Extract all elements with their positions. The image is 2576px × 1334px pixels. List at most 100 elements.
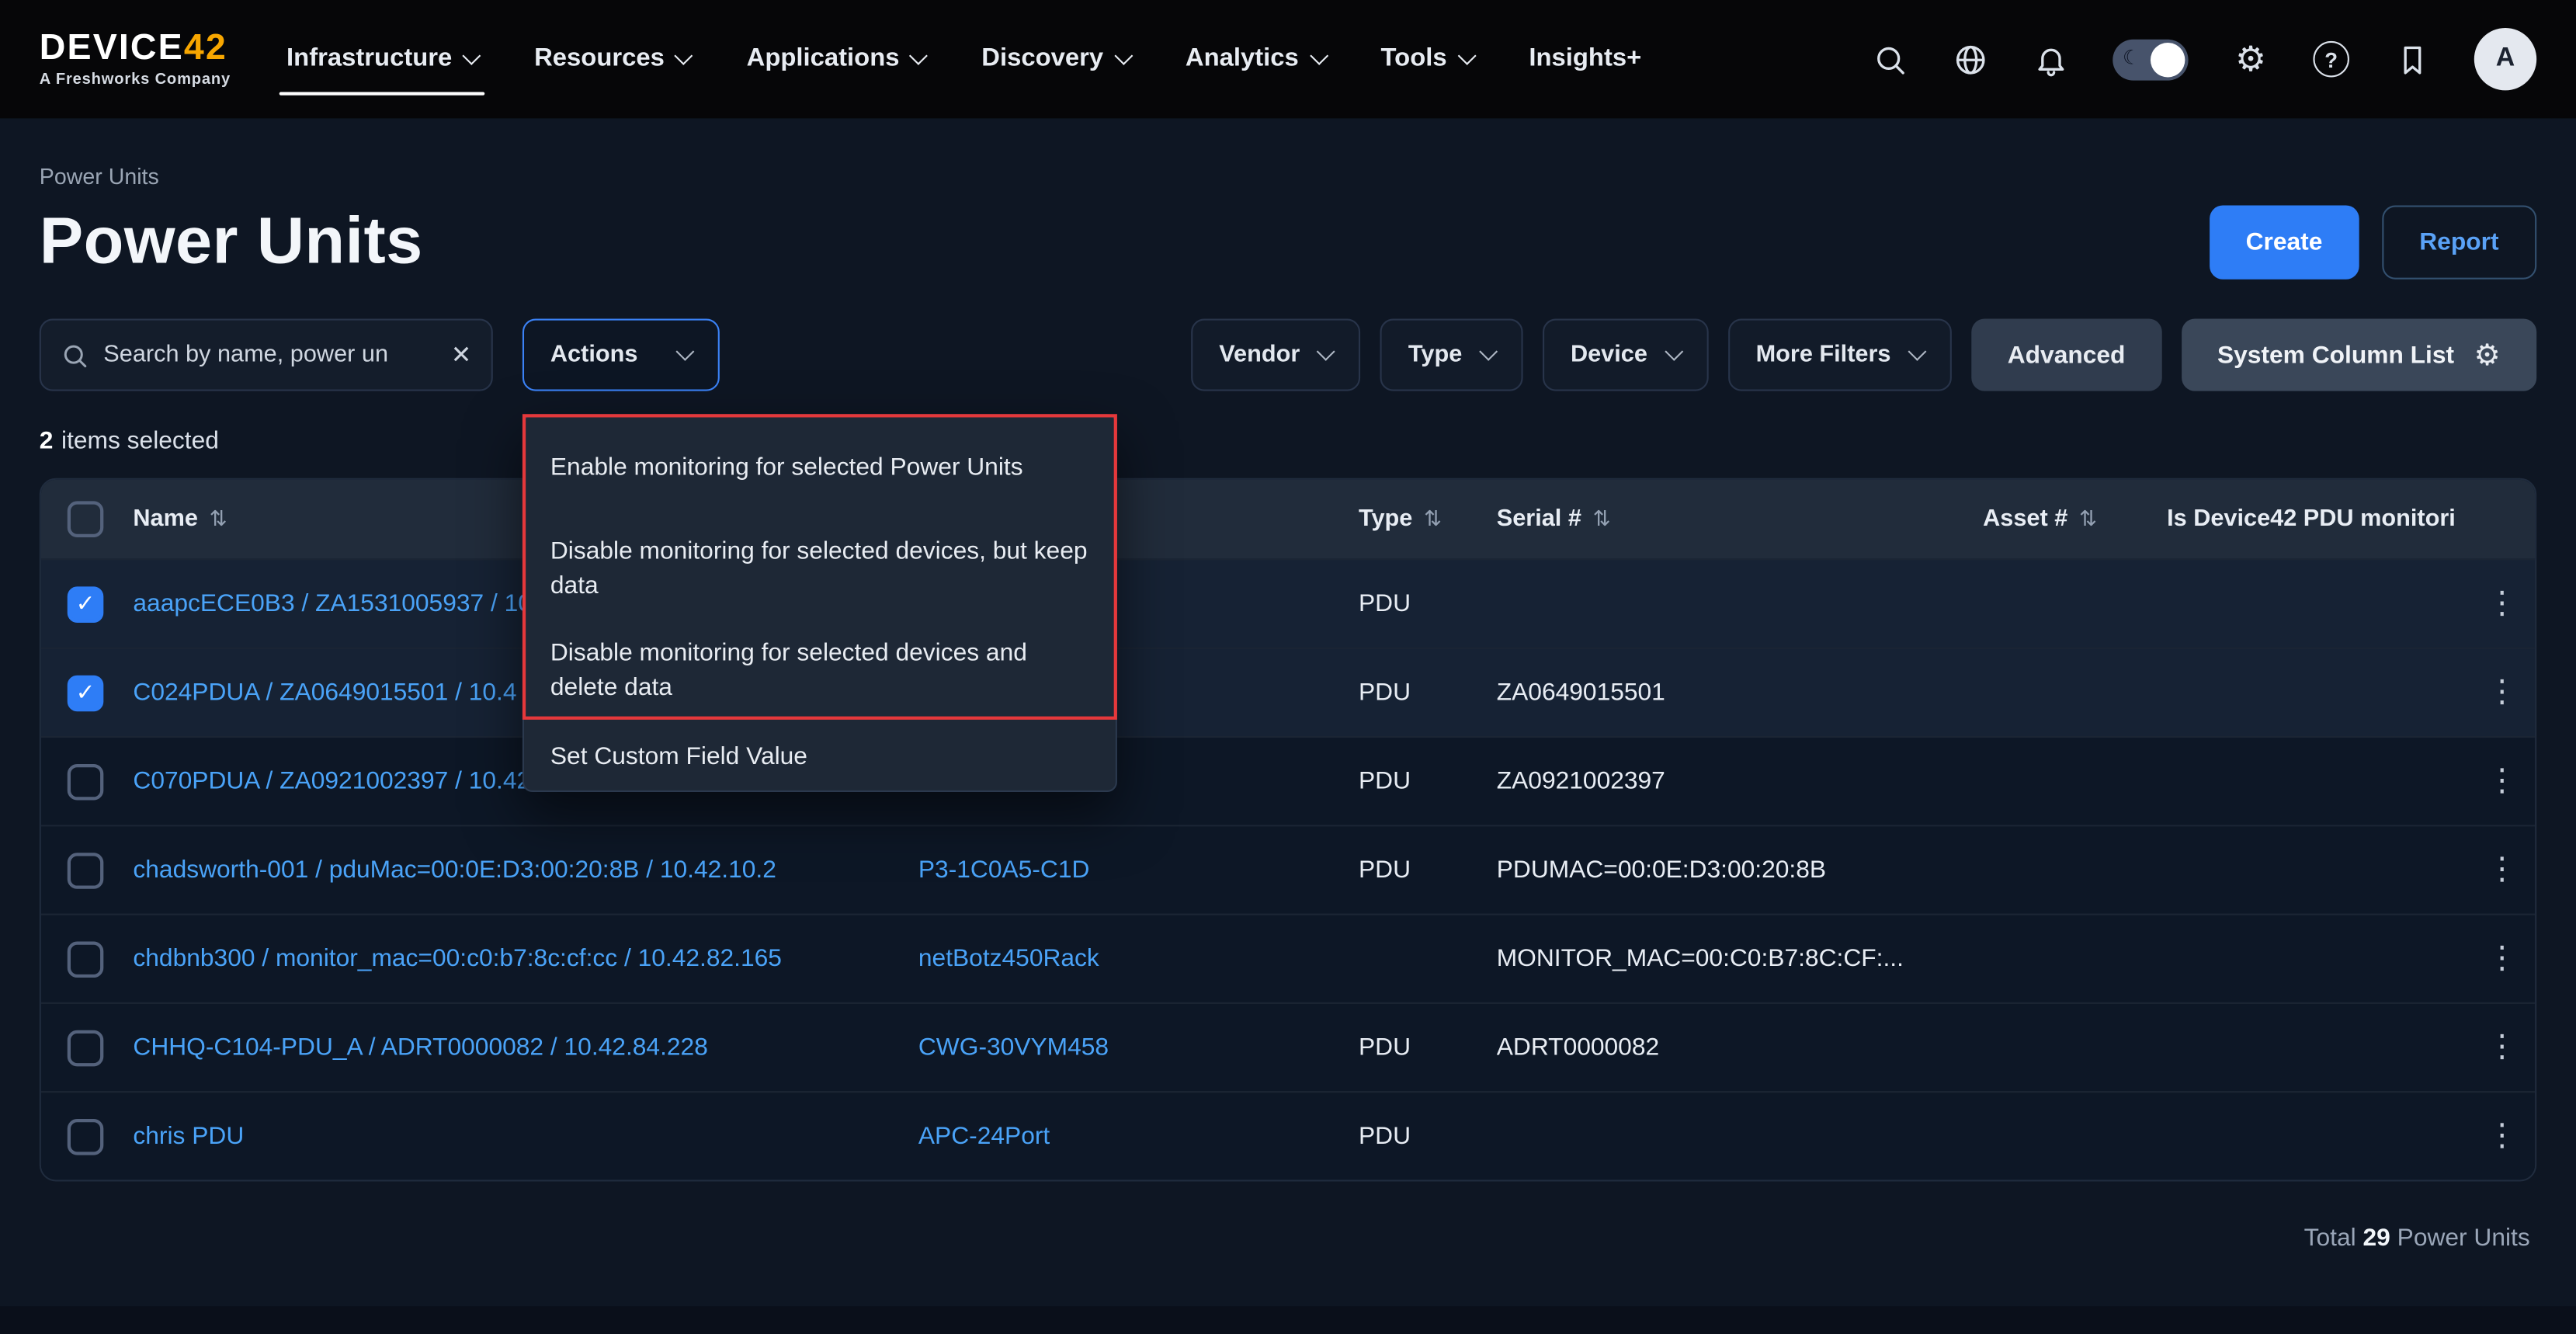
chevron-down-icon: [1114, 47, 1133, 65]
menu-item-disable-monitoring-for-selected-devices-[interactable]: Disable monitoring for selected devices,…: [524, 518, 1116, 620]
system-column-list-button[interactable]: System Column List ⚙: [2181, 319, 2536, 391]
model-link[interactable]: APC-24Port: [918, 1122, 1050, 1150]
name-link[interactable]: aaapcECE0B3 / ZA1531005937 / 10: [133, 590, 532, 618]
type-cell: PDU: [1359, 590, 1497, 618]
name-link[interactable]: chadsworth-001 / pduMac=00:0E:D3:00:20:8…: [133, 856, 776, 884]
chevron-down-icon: [1457, 47, 1476, 65]
column-header-type[interactable]: Type⇅: [1359, 506, 1497, 533]
gear-icon[interactable]: ⚙: [2233, 41, 2269, 78]
app-root: DEVICE42 A Freshworks Company Infrastruc…: [0, 0, 2576, 1334]
serial-cell: ADRT0000082: [1497, 1034, 1983, 1061]
row-checkbox[interactable]: [68, 940, 104, 977]
moon-icon: ☾: [2123, 45, 2140, 68]
actions-dropdown-menu: Enable monitoring for selected Power Uni…: [522, 414, 1117, 792]
row-actions-menu-button[interactable]: ⋮: [2469, 766, 2535, 797]
nav-item-insights[interactable]: Insights+: [1529, 0, 1641, 118]
row-checkbox[interactable]: ✓: [68, 585, 104, 622]
row-actions-menu-button[interactable]: ⋮: [2469, 1032, 2535, 1063]
filter-type[interactable]: Type: [1380, 319, 1523, 391]
globe-icon[interactable]: [1952, 41, 1988, 78]
page-title: Power Units: [40, 206, 423, 280]
table-row: C070PDUA / ZA0921002397 / 10.42.86.75AP7…: [41, 736, 2535, 825]
row-actions-menu-button[interactable]: ⋮: [2469, 589, 2535, 620]
advanced-button[interactable]: Advanced: [1971, 319, 2161, 391]
top-navbar: DEVICE42 A Freshworks Company Infrastruc…: [0, 0, 2576, 118]
row-checkbox[interactable]: ✓: [68, 675, 104, 711]
actions-dropdown-button[interactable]: Actions: [522, 319, 720, 391]
user-avatar[interactable]: A: [2474, 28, 2536, 90]
name-link[interactable]: chdbnb300 / monitor_mac=00:c0:b7:8c:cf:c…: [133, 945, 782, 973]
type-cell: PDU: [1359, 767, 1497, 795]
chevron-down-icon: [1479, 342, 1498, 361]
bell-icon[interactable]: [2033, 41, 2069, 78]
sort-icon: ⇅: [2079, 506, 2097, 533]
row-checkbox[interactable]: [68, 1030, 104, 1066]
search-value: Search by name, power un: [103, 342, 436, 368]
select-all-checkbox[interactable]: [68, 501, 104, 537]
gear-icon: ⚙: [2474, 340, 2501, 370]
filter-vendor[interactable]: Vendor: [1191, 319, 1360, 391]
sort-icon: ⇅: [1424, 506, 1442, 533]
name-link[interactable]: chris PDU: [133, 1122, 244, 1150]
sort-icon: ⇅: [210, 506, 227, 533]
row-actions-menu-button[interactable]: ⋮: [2469, 1120, 2535, 1152]
bookmark-icon[interactable]: [2394, 41, 2430, 78]
name-link[interactable]: CHHQ-C104-PDU_A / ADRT0000082 / 10.42.84…: [133, 1034, 707, 1061]
table-header-row: Name⇅Model⇅Type⇅Serial #⇅Asset #⇅Is Devi…: [41, 480, 2535, 559]
nav-item-discovery[interactable]: Discovery: [981, 0, 1130, 118]
model-link[interactable]: P3-1C0A5-C1D: [918, 856, 1090, 884]
column-header-asset[interactable]: Asset #⇅: [1983, 506, 2167, 533]
create-button[interactable]: Create: [2210, 206, 2359, 280]
search-icon[interactable]: [1871, 41, 1908, 78]
device42-logo[interactable]: DEVICE42 A Freshworks Company: [40, 30, 231, 89]
nav-item-analytics[interactable]: Analytics: [1186, 0, 1325, 118]
model-link[interactable]: CWG-30VYM458: [918, 1034, 1109, 1061]
nav-item-resources[interactable]: Resources: [534, 0, 691, 118]
chevron-down-icon: [1665, 342, 1683, 361]
row-actions-menu-button[interactable]: ⋮: [2469, 854, 2535, 885]
breadcrumb[interactable]: Power Units: [40, 165, 2536, 189]
type-cell: PDU: [1359, 1122, 1497, 1150]
logo-text: DEVICE: [40, 26, 184, 68]
chevron-down-icon: [1317, 342, 1335, 361]
menu-item-disable-monitoring-for-selected-devices-[interactable]: Disable monitoring for selected devices …: [524, 620, 1116, 721]
table-row: CHHQ-C104-PDU_A / ADRT0000082 / 10.42.84…: [41, 1002, 2535, 1091]
clear-search-icon[interactable]: ✕: [451, 340, 472, 370]
filter-more-filters[interactable]: More Filters: [1728, 319, 1952, 391]
serial-cell: ZA0649015501: [1497, 679, 1983, 707]
nav-item-tools[interactable]: Tools: [1381, 0, 1474, 118]
nav-item-infrastructure[interactable]: Infrastructure: [286, 0, 478, 118]
serial-cell: MONITOR_MAC=00:C0:B7:8C:CF:...: [1497, 945, 1983, 973]
chevron-down-icon: [1309, 47, 1328, 65]
type-cell: PDU: [1359, 679, 1497, 707]
search-icon: [61, 341, 89, 369]
menu-item-enable-monitoring-for-selected-power-uni[interactable]: Enable monitoring for selected Power Uni…: [524, 415, 1116, 517]
name-link[interactable]: C024PDUA / ZA0649015501 / 10.4: [133, 679, 516, 707]
chevron-down-icon: [910, 47, 929, 65]
nav-item-applications[interactable]: Applications: [747, 0, 926, 118]
row-checkbox[interactable]: [68, 763, 104, 800]
chevron-down-icon: [675, 47, 693, 65]
type-cell: PDU: [1359, 856, 1497, 884]
filter-device[interactable]: Device: [1543, 319, 1708, 391]
chevron-down-icon: [675, 342, 694, 361]
row-checkbox[interactable]: [68, 1118, 104, 1155]
row-actions-menu-button[interactable]: ⋮: [2469, 677, 2535, 708]
search-input[interactable]: Search by name, power un ✕: [40, 319, 493, 391]
theme-toggle[interactable]: ☾: [2113, 39, 2188, 80]
report-button[interactable]: Report: [2382, 206, 2537, 280]
chevron-down-icon: [463, 47, 481, 65]
menu-item-set-custom-field-value[interactable]: Set Custom Field Value: [524, 721, 1116, 790]
table-row: chris PDU APC-24Port PDU ⋮: [41, 1091, 2535, 1179]
model-link[interactable]: netBotz450Rack: [918, 945, 1099, 973]
row-actions-menu-button[interactable]: ⋮: [2469, 943, 2535, 974]
sort-icon: ⇅: [1593, 506, 1611, 533]
help-icon[interactable]: ?: [2313, 41, 2349, 78]
serial-cell: PDUMAC=00:0E:D3:00:20:8B: [1497, 856, 1983, 884]
toggle-knob: [2151, 42, 2185, 76]
navbar-icons: ☾ ⚙ ? A: [1871, 28, 2536, 90]
column-header-serial[interactable]: Serial #⇅: [1497, 506, 1983, 533]
table-row: chadsworth-001 / pduMac=00:0E:D3:00:20:8…: [41, 825, 2535, 913]
column-header-is-device42-pdu-monitori[interactable]: Is Device42 PDU monitori: [2167, 506, 2469, 533]
row-checkbox[interactable]: [68, 852, 104, 888]
